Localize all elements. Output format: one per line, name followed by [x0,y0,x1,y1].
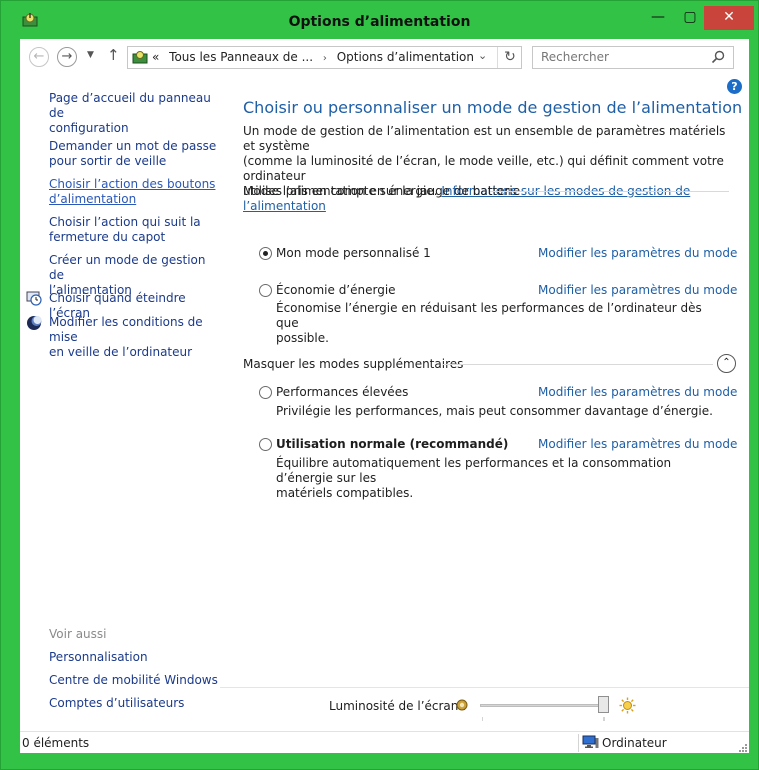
resize-grip-icon[interactable] [737,742,747,752]
plan-settings-link-balanced[interactable]: Modifier les paramètres du mode [538,437,737,451]
item-count: 0 éléments [22,736,90,750]
see-also-mobility-center[interactable]: Centre de mobilité Windows [49,673,218,688]
help-icon[interactable]: ? [727,79,742,94]
brightness-low-icon [456,699,468,711]
control-panel-icon [132,51,148,64]
brightness-high-icon [619,697,636,714]
window: Options d’alimentation — ▢ ✕ ← → ▼ ↑ « T… [0,0,759,770]
plan-radio-balanced[interactable] [259,438,272,451]
search-icon[interactable] [711,50,725,64]
plan-radio-power-saver[interactable] [259,284,272,297]
plan-name-custom[interactable]: Mon mode personnalisé 1 [276,246,431,260]
brightness-slider-thumb[interactable] [598,696,609,713]
refresh-button[interactable]: ↻ [497,47,522,68]
minimize-button[interactable]: — [641,6,675,30]
plan-settings-link-high-performance[interactable]: Modifier les paramètres du mode [538,385,737,399]
sidebar-item-power-buttons[interactable]: Choisir l’action des boutons d’alimentat… [49,177,215,207]
sidebar-item-lid-close[interactable]: Choisir l’action qui suit la fermeture d… [49,215,201,245]
sidebar: Page d’accueil du panneau de configurati… [20,76,220,716]
plan-settings-link-power-saver[interactable]: Modifier les paramètres du mode [538,283,737,297]
brightness-slider-ticks [482,717,605,721]
back-button[interactable]: ← [29,47,49,67]
plan-name-power-saver[interactable]: Économie d’énergie [276,283,396,297]
display-clock-icon [26,291,42,306]
status-bar: 0 éléments Ordinateur [20,731,749,753]
plan-desc-balanced: Équilibre automatiquement les performanc… [276,456,672,500]
plan-desc-power-saver: Économise l’énergie en réduisant les per… [276,301,702,345]
see-also-personalization[interactable]: Personnalisation [49,650,148,665]
intro-text: Un mode de gestion de l’alimentation est… [243,124,726,213]
collapse-chevron-icon[interactable]: ⌃ [717,354,736,373]
breadcrumb-power-options[interactable]: Options d’alimentation [337,50,474,64]
battery-plans-header: Modes pris en compte sur la jauge de bat… [243,184,521,198]
maximize-button[interactable]: ▢ [675,6,705,30]
page-title: Choisir ou personnaliser un mode de gest… [243,98,743,117]
address-bar[interactable]: « Tous les Panneaux de ... › Options d’a… [127,46,522,69]
brightness-slider-track[interactable] [480,704,604,707]
breadcrumb-control-panel[interactable]: Tous les Panneaux de ... [163,50,313,64]
navigation-bar: ← → ▼ ↑ « Tous les Panneaux de ... › Opt… [20,39,749,76]
search-input[interactable]: Rechercher [532,46,734,69]
client-area: ← → ▼ ↑ « Tous les Panneaux de ... › Opt… [20,39,749,753]
group-divider [490,191,729,192]
group-divider [443,364,713,365]
close-button[interactable]: ✕ [704,6,754,30]
sidebar-item-require-password[interactable]: Demander un mot de passe pour sortir de … [49,139,216,169]
breadcrumb-separator[interactable]: › [317,53,333,64]
breadcrumb-overflow[interactable]: « [152,50,159,64]
hide-plans-header[interactable]: Masquer les modes supplémentaires [243,357,463,371]
title-bar[interactable]: Options d’alimentation — ▢ ✕ [1,1,758,39]
recent-locations-button[interactable]: ▼ [87,50,94,60]
search-placeholder: Rechercher [541,50,609,64]
see-also-heading: Voir aussi [49,627,107,641]
address-dropdown-button[interactable]: ⌄ [478,49,487,62]
up-button[interactable]: ↑ [107,46,120,64]
sidebar-item-control-panel-home[interactable]: Page d’accueil du panneau de configurati… [49,91,220,136]
breadcrumb: « Tous les Panneaux de ... › Options d’a… [152,50,474,64]
plan-desc-high-performance: Privilégie les performances, mais peut c… [276,404,713,418]
bottom-divider [220,687,749,688]
see-also-user-accounts[interactable]: Comptes d’utilisateurs [49,696,184,711]
plan-name-balanced[interactable]: Utilisation normale (recommandé) [276,437,508,451]
sidebar-item-sleep-settings[interactable]: Modifier les conditions de mise en veill… [49,315,220,360]
brightness-label: Luminosité de l’écran : [329,699,467,713]
plan-settings-link-custom[interactable]: Modifier les paramètres du mode [538,246,737,260]
location-label: Ordinateur [602,736,667,750]
status-divider [578,734,579,752]
plan-name-high-performance[interactable]: Performances élevées [276,385,408,399]
sleep-moon-icon [27,316,42,330]
plan-radio-high-performance[interactable] [259,386,272,399]
computer-icon [582,735,599,748]
forward-button[interactable]: → [57,47,77,67]
plan-radio-custom[interactable] [259,247,272,260]
